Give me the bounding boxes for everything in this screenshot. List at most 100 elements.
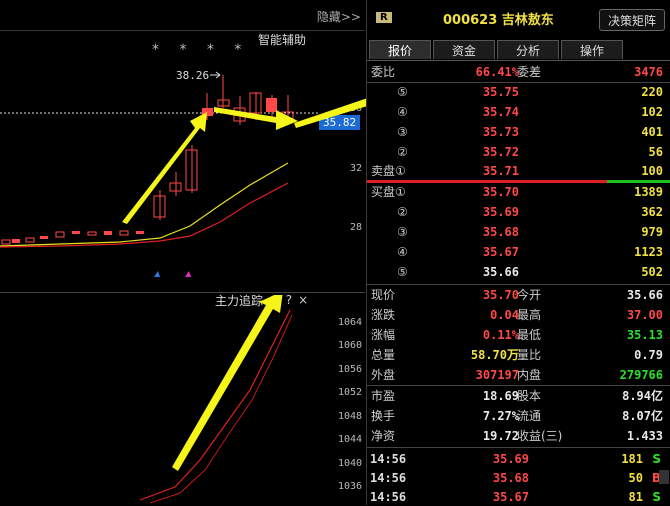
stat-label: 最高 (517, 308, 542, 322)
lower-axis-1040: 1040 (338, 458, 363, 469)
buy-level-2: ② 35.69 362 (367, 202, 670, 222)
stat-label: 最低 (517, 328, 542, 342)
sell-volume: 100 (641, 164, 663, 178)
buy-volume: 362 (641, 205, 663, 219)
tick-time: 14:56 (370, 471, 407, 485)
tab-operate[interactable]: 操作 (561, 40, 623, 59)
stat-value: 1.433 (626, 429, 663, 443)
stat-value: 0.79 (634, 348, 663, 362)
buy-price: 35.69 (482, 205, 519, 219)
tick-row: 14:56 35.68 50 B (367, 469, 670, 487)
quote-tabs: 报价 资金 分析 操作 (367, 40, 670, 61)
stat-value: 279766 (619, 368, 663, 382)
stat-value: 35.70 (482, 288, 519, 302)
weibi-value: 66.41% (475, 65, 519, 79)
stat-row-price: 现价 35.70 今开 35.66 (367, 285, 670, 305)
stat-label: 外盘 (371, 368, 396, 382)
main-force-line-b (149, 314, 293, 504)
sell-level-3: ③ 35.73 401 (367, 122, 670, 142)
lower-axis-1056: 1056 (338, 364, 363, 375)
sell-price: 35.73 (482, 125, 519, 139)
lower-axis-1060: 1060 (338, 340, 363, 351)
stat-row-turnover: 换手 7.27% 流通 8.07亿 (367, 406, 670, 426)
hide-panel-button[interactable]: 隐藏>> (317, 8, 361, 25)
lower-axis-1044: 1044 (338, 434, 363, 445)
stat-label: 总量 (371, 348, 396, 362)
stat-value: 35.13 (626, 328, 663, 342)
buy-price: 35.66 (482, 265, 519, 279)
upper-axis-28: 28 (350, 222, 363, 233)
stat-label: 收益(三) (517, 429, 563, 443)
stat-label: 今开 (517, 288, 542, 302)
buy-level-label: ② (397, 205, 408, 219)
stat-label: 市盈 (371, 389, 396, 403)
stat-row-change: 涨跌 0.04 最高 37.00 (367, 305, 670, 325)
stat-value: 58.70万 (470, 348, 519, 362)
buy-volume: 1123 (634, 245, 663, 259)
sell-price: 35.71 (482, 164, 519, 178)
tick-row: 14:56 35.67 81 S (367, 488, 670, 506)
stat-value: 37.00 (626, 308, 663, 322)
tick-direction: S (652, 490, 661, 504)
stat-value: 307197 (475, 368, 519, 382)
sell-volume: 56 (648, 145, 663, 159)
weicha-value: 3476 (634, 65, 663, 79)
buy-price: 35.68 (482, 225, 519, 239)
sell-level-label: 卖盘① (371, 164, 406, 178)
stat-label: 现价 (371, 288, 396, 302)
stat-value: 8.94亿 (622, 389, 663, 403)
stat-value: 8.07亿 (622, 409, 663, 423)
stat-label: 涨跌 (371, 308, 396, 322)
decision-matrix-button[interactable]: 决策矩阵 (599, 9, 665, 31)
sell-price: 35.75 (482, 85, 519, 99)
stat-row-volume: 总量 58.70万 量比 0.79 (367, 345, 670, 365)
tick-time: 14:56 (370, 452, 407, 466)
lower-axis-1052: 1052 (338, 387, 363, 398)
stat-label: 涨幅 (371, 328, 396, 342)
weicha-label: 委差 (517, 65, 542, 79)
tab-quote[interactable]: 报价 (369, 40, 431, 59)
lower-axis-1064: 1064 (338, 317, 363, 328)
stat-value: 19.72 (482, 429, 519, 443)
sell-volume: 102 (641, 105, 663, 119)
weibi-label: 委比 (371, 65, 396, 79)
tab-funds[interactable]: 资金 (433, 40, 495, 59)
buy-price: 35.67 (482, 245, 519, 259)
stat-label: 流通 (517, 409, 542, 423)
sell-level-5: ⑤ 35.75 220 (367, 82, 670, 102)
sell-price: 35.72 (482, 145, 519, 159)
sell-level-label: ③ (397, 125, 408, 139)
stat-row-nav: 净资 19.72 收益(三) 1.433 (367, 426, 670, 446)
tick-volume: 181 (621, 452, 643, 466)
tick-scrollbar[interactable] (659, 470, 669, 484)
tab-analysis[interactable]: 分析 (497, 40, 559, 59)
stat-value: 7.27% (482, 409, 519, 423)
buy-volume: 502 (641, 265, 663, 279)
stock-badge: R (376, 12, 392, 23)
sell-price: 35.74 (482, 105, 519, 119)
lower-axis-1036: 1036 (338, 481, 363, 492)
sell-level-4: ④ 35.74 102 (367, 102, 670, 122)
tick-price: 35.69 (492, 452, 529, 466)
candles-low (1, 75, 294, 245)
buy-price: 35.70 (482, 185, 519, 199)
sell-volume: 401 (641, 125, 663, 139)
main-force-chart (139, 295, 293, 504)
tick-row: 14:56 35.69 181 S (367, 450, 670, 468)
quote-header: R 000623 吉林敖东 决策矩阵 (367, 0, 670, 38)
weibi-row: 委比 66.41% 委差 3476 (367, 62, 670, 82)
sell-level-label: ④ (397, 105, 408, 119)
buy-level-5: ⑤ 35.66 502 (367, 262, 670, 282)
stock-code-name: 000623 吉林敖东 (443, 13, 554, 28)
buy-level-label: ③ (397, 225, 408, 239)
stat-value: 0.04 (490, 308, 519, 322)
tick-time: 14:56 (370, 490, 407, 504)
marker-pink (185, 271, 191, 277)
marker-blue (154, 271, 160, 277)
tick-volume: 50 (628, 471, 643, 485)
buy-level-label: ④ (397, 245, 408, 259)
stat-label: 股本 (517, 389, 542, 403)
stat-label: 换手 (371, 409, 396, 423)
buy-level-3: ③ 35.68 979 (367, 222, 670, 242)
stat-value: 0.11% (482, 328, 519, 342)
